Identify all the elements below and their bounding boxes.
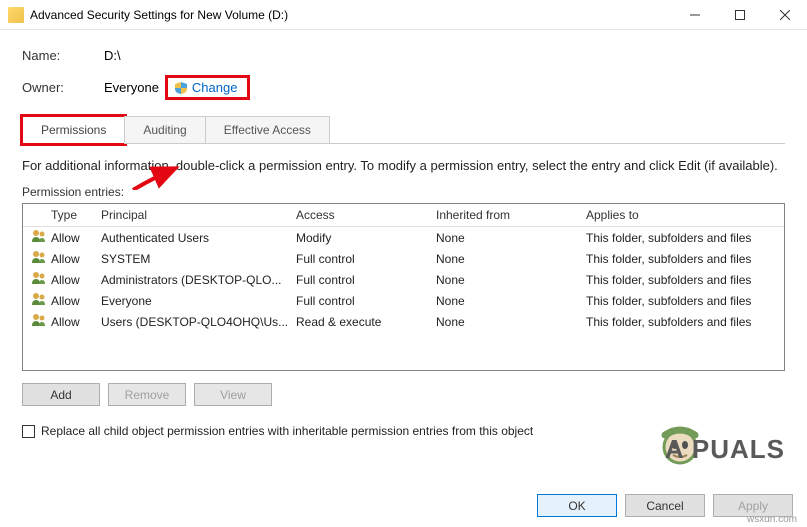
- folder-icon: [8, 7, 24, 23]
- cell-inherited: None: [436, 294, 586, 308]
- col-type[interactable]: Type: [51, 208, 101, 222]
- cell-applies: This folder, subfolders and files: [586, 231, 784, 245]
- col-access[interactable]: Access: [296, 208, 436, 222]
- tab-auditing[interactable]: Auditing: [124, 116, 205, 144]
- users-icon: [31, 229, 47, 243]
- tab-permissions[interactable]: Permissions: [22, 116, 125, 144]
- cell-principal: Users (DESKTOP-QLO4OHQ\Us...: [101, 315, 296, 329]
- users-icon: [31, 292, 47, 306]
- col-principal[interactable]: Principal: [101, 208, 296, 222]
- cell-type: Allow: [51, 252, 101, 266]
- cell-applies: This folder, subfolders and files: [586, 273, 784, 287]
- users-icon: [31, 250, 47, 264]
- col-icon: [31, 208, 51, 222]
- table-row[interactable]: AllowUsers (DESKTOP-QLO4OHQ\Us...Read & …: [23, 311, 784, 332]
- cell-type: Allow: [51, 315, 101, 329]
- cancel-button[interactable]: Cancel: [625, 494, 705, 517]
- shield-icon: [174, 81, 188, 95]
- owner-value: Everyone: [104, 80, 159, 95]
- tab-effective-access[interactable]: Effective Access: [205, 116, 330, 144]
- cell-access: Full control: [296, 273, 436, 287]
- cell-access: Read & execute: [296, 315, 436, 329]
- cell-principal: Everyone: [101, 294, 296, 308]
- table-row[interactable]: AllowEveryoneFull controlNoneThis folder…: [23, 290, 784, 311]
- cell-principal: Authenticated Users: [101, 231, 296, 245]
- users-icon: [31, 271, 47, 285]
- col-applies[interactable]: Applies to: [586, 208, 784, 222]
- permission-entries-table: Type Principal Access Inherited from App…: [22, 203, 785, 371]
- watermark-text: A PUALS: [665, 434, 785, 465]
- ok-button[interactable]: OK: [537, 494, 617, 517]
- cell-applies: This folder, subfolders and files: [586, 294, 784, 308]
- tabs: Permissions Auditing Effective Access: [22, 116, 785, 144]
- add-button[interactable]: Add: [22, 383, 100, 406]
- apply-button[interactable]: Apply: [713, 494, 793, 517]
- table-row[interactable]: AllowSYSTEMFull controlNoneThis folder, …: [23, 248, 784, 269]
- close-button[interactable]: [762, 0, 807, 30]
- name-label: Name:: [22, 48, 104, 63]
- name-row: Name: D:\: [22, 48, 785, 63]
- cell-inherited: None: [436, 231, 586, 245]
- cell-type: Allow: [51, 273, 101, 287]
- window-title: Advanced Security Settings for New Volum…: [30, 8, 672, 22]
- cell-access: Modify: [296, 231, 436, 245]
- maximize-button[interactable]: [717, 0, 762, 30]
- table-row[interactable]: AllowAuthenticated UsersModifyNoneThis f…: [23, 227, 784, 248]
- cell-inherited: None: [436, 315, 586, 329]
- cell-type: Allow: [51, 231, 101, 245]
- entry-buttons: Add Remove View: [22, 383, 785, 406]
- change-owner-wrap: Change: [165, 75, 251, 100]
- users-icon: [31, 313, 47, 327]
- cell-access: Full control: [296, 252, 436, 266]
- cell-principal: Administrators (DESKTOP-QLO...: [101, 273, 296, 287]
- cell-principal: SYSTEM: [101, 252, 296, 266]
- titlebar: Advanced Security Settings for New Volum…: [0, 0, 807, 30]
- cell-access: Full control: [296, 294, 436, 308]
- cell-type: Allow: [51, 294, 101, 308]
- table-row[interactable]: AllowAdministrators (DESKTOP-QLO...Full …: [23, 269, 784, 290]
- remove-button[interactable]: Remove: [108, 383, 186, 406]
- cell-inherited: None: [436, 252, 586, 266]
- annotation-arrow-icon: [128, 166, 188, 190]
- replace-checkbox[interactable]: [22, 425, 35, 438]
- owner-row: Owner: Everyone Change: [22, 75, 785, 100]
- replace-checkbox-label: Replace all child object permission entr…: [41, 424, 533, 438]
- view-button[interactable]: View: [194, 383, 272, 406]
- owner-label: Owner:: [22, 80, 104, 95]
- cell-applies: This folder, subfolders and files: [586, 252, 784, 266]
- dialog-buttons: OK Cancel Apply: [537, 494, 793, 517]
- table-header: Type Principal Access Inherited from App…: [23, 204, 784, 227]
- name-value: D:\: [104, 48, 121, 63]
- minimize-button[interactable]: [672, 0, 717, 30]
- cell-applies: This folder, subfolders and files: [586, 315, 784, 329]
- table-body: AllowAuthenticated UsersModifyNoneThis f…: [23, 227, 784, 332]
- col-inherited[interactable]: Inherited from: [436, 208, 586, 222]
- change-owner-link[interactable]: Change: [192, 80, 238, 95]
- cell-inherited: None: [436, 273, 586, 287]
- dialog-content: Name: D:\ Owner: Everyone Change Permiss…: [0, 30, 807, 446]
